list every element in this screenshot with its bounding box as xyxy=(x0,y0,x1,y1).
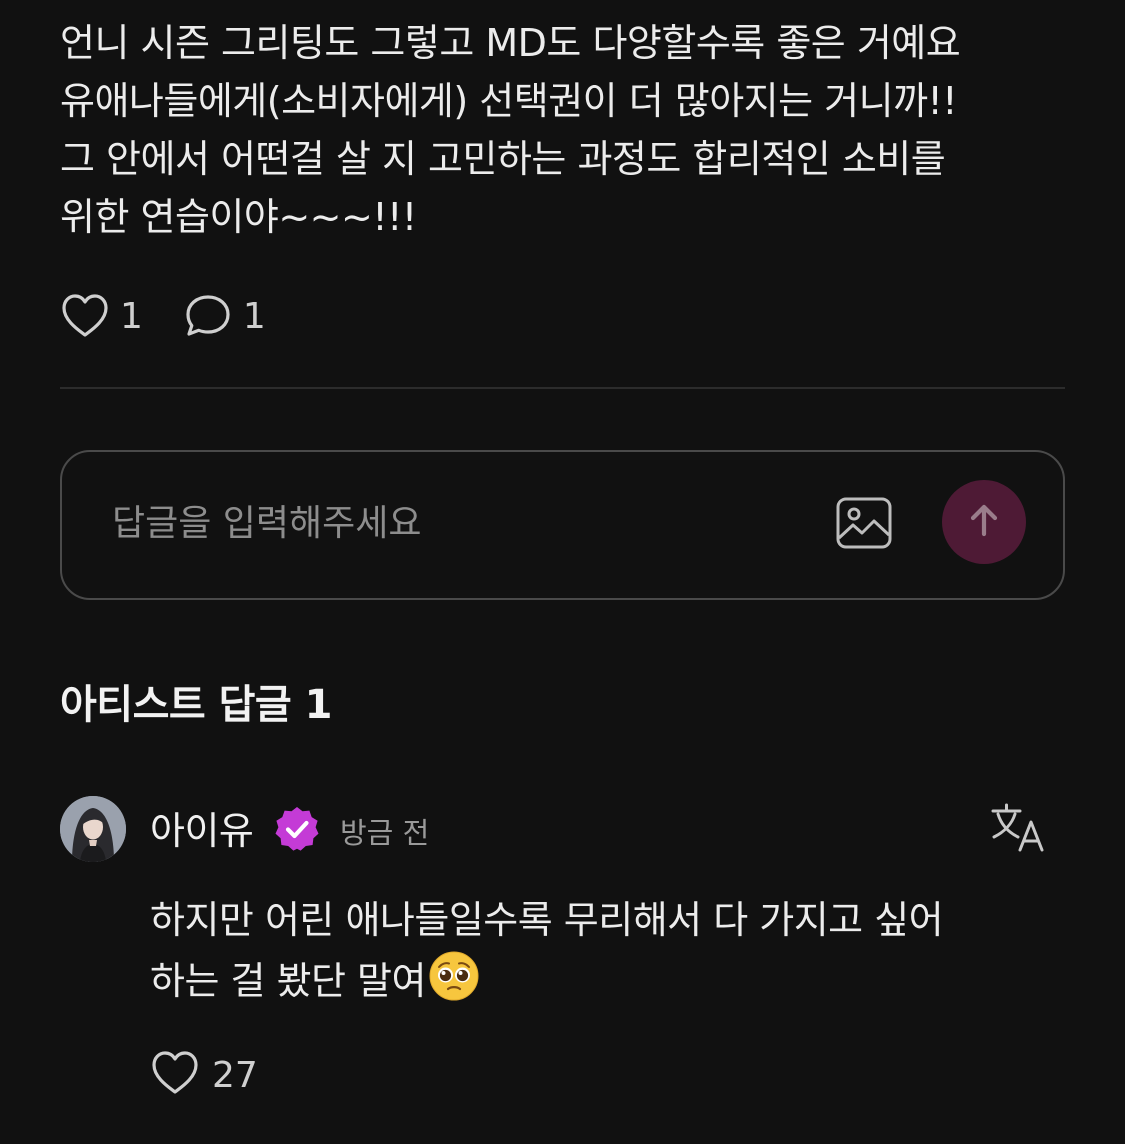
speech-bubble-icon xyxy=(183,293,233,339)
pleading-face-emoji xyxy=(428,950,480,1002)
reply-line-with-emoji: 하는 걸 봤단 말여 xyxy=(150,950,1060,1011)
translate-icon xyxy=(990,803,1046,858)
heart-outline-icon xyxy=(150,1050,200,1100)
reply-box xyxy=(60,450,1065,600)
verified-badge-icon xyxy=(272,804,322,854)
like-count: 1 xyxy=(120,295,143,337)
attach-image-button[interactable] xyxy=(834,494,894,552)
reply-line: 하지만 어린 애나들일수록 무리해서 다 가지고 싶어 xyxy=(150,898,944,942)
reply-like-button[interactable]: 27 xyxy=(150,1049,258,1101)
reply-line: 하는 걸 봤단 말여 xyxy=(150,959,426,1003)
reply-like-count: 27 xyxy=(212,1054,258,1096)
image-icon xyxy=(834,497,894,556)
comment-button[interactable]: 1 xyxy=(183,293,266,339)
post-line: 그 안에서 어떤걸 살 지 고민하는 과정도 합리적인 소비를 xyxy=(60,137,946,181)
divider xyxy=(60,387,1065,389)
post-line: 언니 시즌 그리팅도 그렇고 MD도 다양할수록 좋은 거예요 xyxy=(60,21,961,65)
post-actions: 1 1 xyxy=(60,290,306,342)
comment-count: 1 xyxy=(242,295,266,337)
avatar[interactable] xyxy=(60,796,126,862)
reply-input[interactable] xyxy=(112,495,792,551)
reply-body: 하지만 어린 애나들일수록 무리해서 다 가지고 싶어 하는 걸 봤단 말여 xyxy=(150,890,1060,1011)
post-line: 유애나들에게(소비자에게) 선택권이 더 많아지는 거니까!! xyxy=(60,79,958,123)
send-button[interactable] xyxy=(942,480,1026,564)
post-body: 언니 시즌 그리팅도 그렇고 MD도 다양할수록 좋은 거예요 유애나들에게(소… xyxy=(60,14,1070,246)
arrow-up-icon xyxy=(964,500,1004,544)
heart-outline-icon xyxy=(60,293,110,339)
post-line: 위한 연습이야~~~!!! xyxy=(60,195,417,239)
reply-timestamp: 방금 전 xyxy=(340,816,430,850)
like-button[interactable]: 1 xyxy=(60,293,143,339)
artist-replies-title: 아티스트 답글 1 xyxy=(60,682,332,728)
author-name: 아이유 xyxy=(150,809,254,853)
translate-button[interactable] xyxy=(990,802,1046,854)
